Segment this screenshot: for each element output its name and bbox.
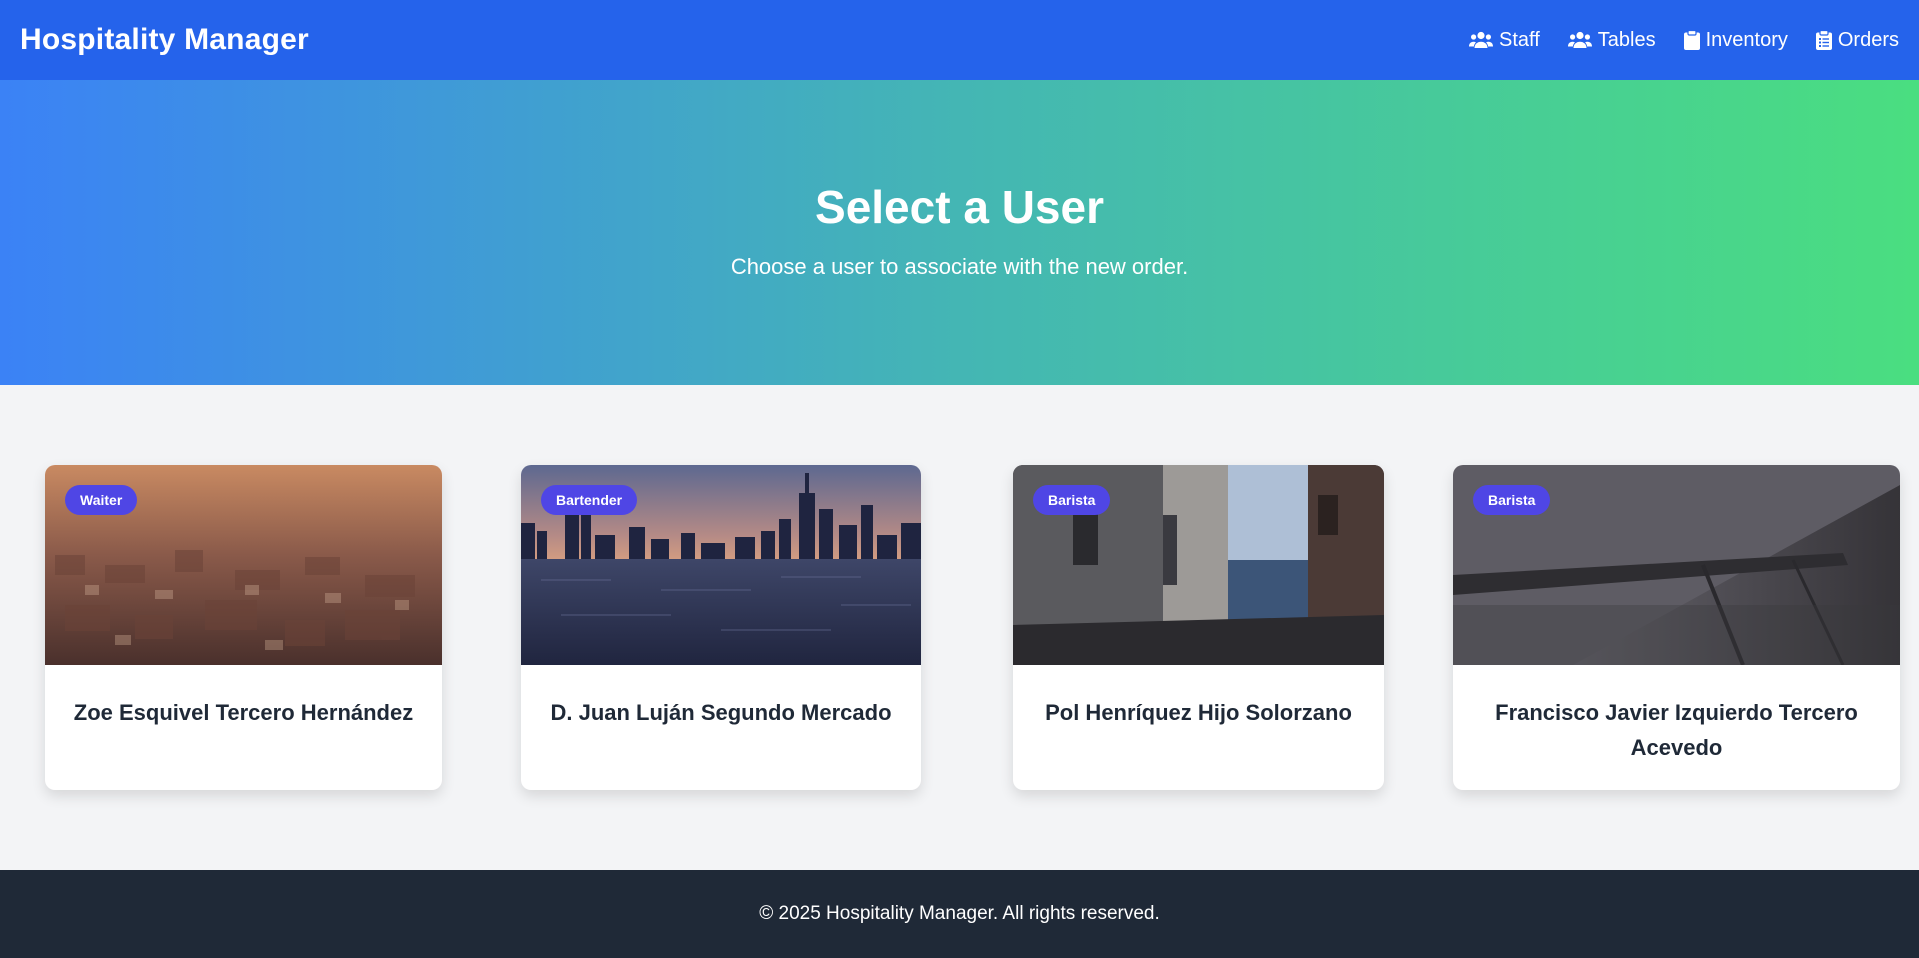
nav-staff-label: Staff [1499, 28, 1540, 51]
user-card[interactable]: Waiter Zoe Esquivel Tercero Hernández [45, 465, 442, 790]
nav-inventory-label: Inventory [1705, 28, 1788, 51]
clipboard-icon [1683, 30, 1700, 50]
hero-banner: Select a User Choose a user to associate… [0, 80, 1919, 385]
user-card-image: Waiter [45, 465, 442, 665]
main-nav: Staff Tables Inventory Orders [1469, 29, 1899, 52]
user-card[interactable]: Bartender D. Juan Luján Segundo Mercado [521, 465, 921, 790]
page-subtitle: Choose a user to associate with the new … [730, 254, 1189, 279]
user-card-image: Barista [1453, 465, 1900, 665]
app-brand[interactable]: Hospitality Manager [20, 23, 309, 57]
top-navbar: Hospitality Manager Staff Tables Invento… [0, 0, 1919, 80]
page-footer: © 2025 Hospitality Manager. All rights r… [0, 870, 1919, 958]
role-badge: Bartender [541, 485, 638, 515]
user-name: Zoe Esquivel Tercero Hernández [73, 700, 414, 725]
role-badge: Barista [1473, 485, 1551, 515]
nav-inventory[interactable]: Inventory [1683, 28, 1788, 52]
user-card[interactable]: Barista Pol Henríquez Hijo Solorzano [1013, 465, 1384, 790]
user-name: Francisco Javier Izquierdo Tercero Aceve… [1495, 700, 1858, 760]
user-card-image: Barista [1013, 465, 1384, 665]
nav-tables-label: Tables [1597, 28, 1656, 51]
user-name: D. Juan Luján Segundo Mercado [550, 700, 892, 725]
nav-orders[interactable]: Orders [1815, 28, 1899, 52]
role-badge: Waiter [65, 485, 138, 515]
users-icon [1567, 31, 1592, 49]
user-name: Pol Henríquez Hijo Solorzano [1045, 700, 1352, 725]
nav-orders-label: Orders [1837, 28, 1899, 51]
page-title: Select a User [815, 181, 1104, 233]
nav-tables[interactable]: Tables [1567, 28, 1656, 52]
users-icon [1469, 31, 1494, 49]
nav-staff[interactable]: Staff [1469, 29, 1540, 52]
copyright-text: © 2025 Hospitality Manager. All rights r… [759, 903, 1160, 924]
user-card[interactable]: Barista Francisco Javier Izquierdo Terce… [1453, 465, 1900, 790]
user-card-image: Bartender [521, 465, 921, 665]
role-badge: Barista [1033, 485, 1111, 515]
clipboard-list-icon [1815, 30, 1832, 50]
